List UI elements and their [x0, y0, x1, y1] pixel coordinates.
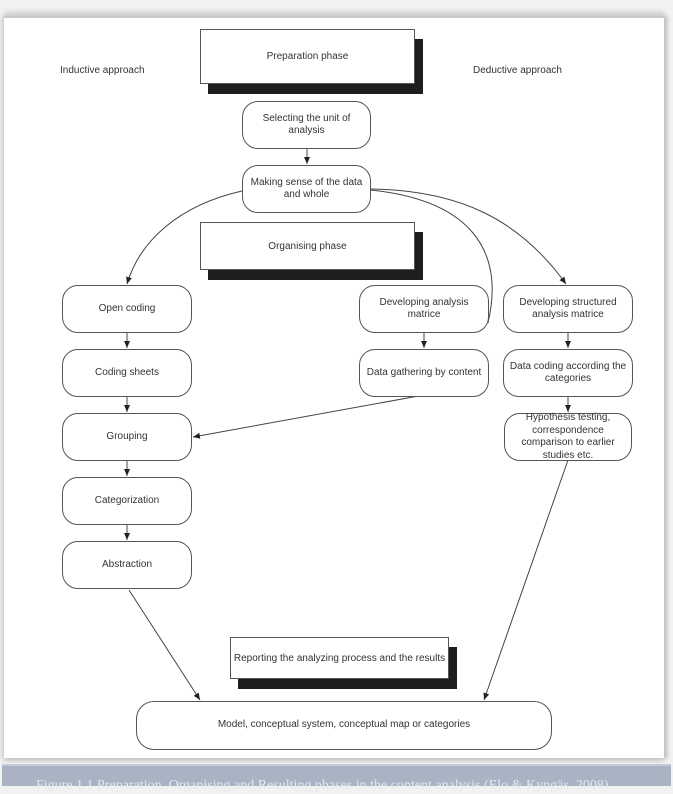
caption-band: Figure 1.1 Preparation, Organising and R…: [2, 764, 671, 793]
node-categorization: Categorization: [62, 477, 192, 525]
inductive-approach-label: Inductive approach: [60, 65, 145, 76]
node-data-gathering: Data gathering by content: [359, 349, 489, 397]
figure-caption: Figure 1.1 Preparation, Organising and R…: [36, 778, 609, 793]
organising-phase-box: Organising phase: [200, 222, 415, 270]
reporting-phase-box: Reporting the analyzing process and the …: [230, 637, 449, 679]
deductive-approach-label: Deductive approach: [473, 65, 562, 76]
edge-hypothesis-to-model: [483, 459, 569, 701]
node-open-coding: Open coding: [62, 285, 192, 333]
edge-data-gathering-to-grouping: [192, 394, 425, 439]
node-making-sense: Making sense of the data and whole: [242, 165, 371, 213]
node-developing-structured-matrice: Developing structured analysis matrice: [503, 285, 633, 333]
node-hypothesis-testing: Hypothesis testing, correspondence compa…: [504, 412, 632, 461]
node-coding-sheets: Coding sheets: [62, 349, 192, 397]
edge-abstraction-to-model: [128, 589, 201, 701]
preparation-phase-box: Preparation phase: [200, 29, 415, 84]
node-abstraction: Abstraction: [62, 541, 192, 589]
node-developing-analysis-matrice: Developing analysis matrice: [359, 285, 489, 333]
node-selecting-unit: Selecting the unit of analysis: [242, 101, 371, 149]
node-model: Model, conceptual system, conceptual map…: [136, 701, 552, 750]
node-grouping: Grouping: [62, 413, 192, 461]
node-data-coding: Data coding according the categories: [503, 349, 633, 397]
